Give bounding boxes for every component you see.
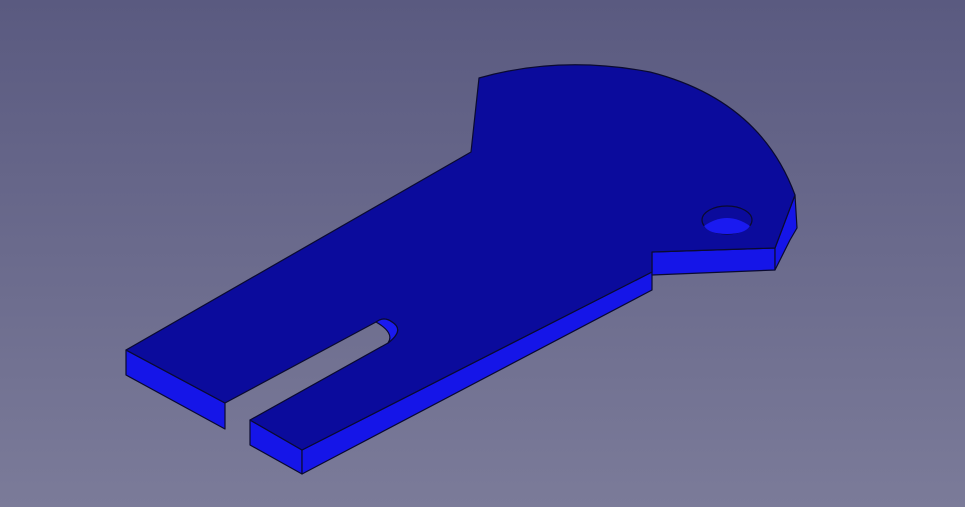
3d-viewport[interactable] xyxy=(0,0,965,507)
step-side-face xyxy=(651,247,776,276)
part-model[interactable] xyxy=(0,0,965,507)
